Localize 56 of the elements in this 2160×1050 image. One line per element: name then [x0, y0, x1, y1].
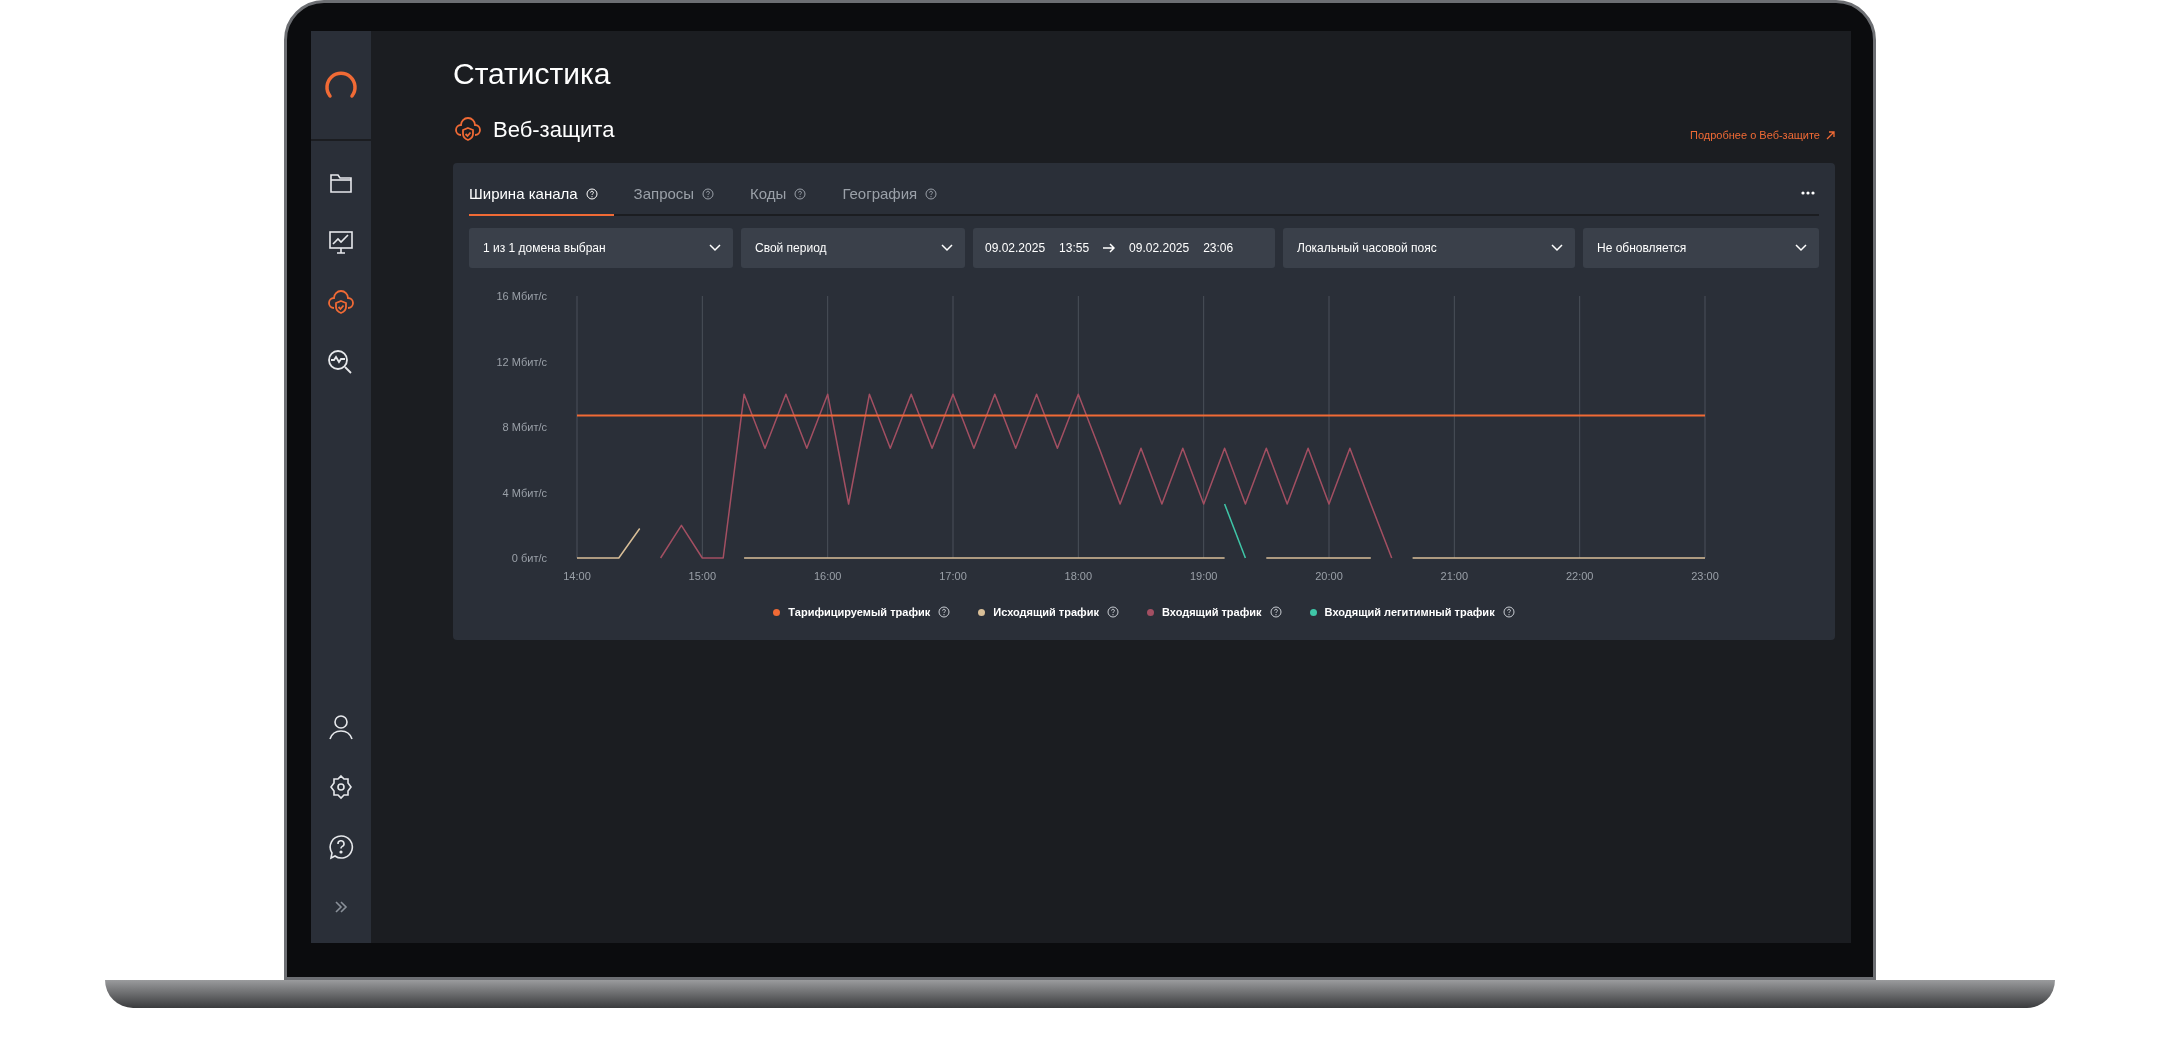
y-axis-label: 4 Мбит/с [502, 486, 547, 499]
end-time: 23:06 [1203, 241, 1234, 255]
help-icon[interactable] [925, 187, 938, 200]
x-axis-label: 14:00 [563, 570, 591, 582]
chevron-down-icon [1551, 244, 1563, 252]
start-date: 09.02.2025 [985, 241, 1046, 255]
x-axis-label: 15:00 [688, 570, 717, 582]
double-chevron-icon [334, 901, 348, 913]
help-icon[interactable] [938, 606, 951, 618]
x-axis-label: 16:00 [813, 570, 842, 582]
end-date: 09.02.2025 [1129, 241, 1190, 255]
y-axis-label: 0 бит/с [511, 552, 547, 564]
x-axis-label: 22:00 [1565, 570, 1594, 582]
ellipsis-icon [1801, 190, 1815, 195]
help-icon[interactable] [794, 187, 807, 200]
dropdown[interactable]: Локальный часовой пояс [1283, 228, 1575, 268]
legend-label: Входящий трафик [1162, 606, 1262, 618]
legend-label: Исходящий трафик [993, 606, 1099, 618]
y-axis-label: 16 Мбит/с [496, 290, 547, 302]
start-time: 13:55 [1059, 241, 1090, 255]
help-icon[interactable] [702, 187, 715, 200]
y-axis-label: 12 Мбит/с [496, 355, 547, 368]
settings-icon [328, 774, 354, 800]
x-axis-label: 19:00 [1189, 570, 1218, 582]
more-link[interactable]: Подробнее о Веб-защите [1690, 129, 1835, 141]
x-axis-label: 21:00 [1440, 570, 1469, 582]
help-icon[interactable] [1502, 606, 1515, 618]
tab[interactable]: Коды [750, 171, 823, 216]
logo-icon [324, 70, 358, 100]
tab[interactable]: География [842, 171, 954, 216]
folder-icon [329, 172, 353, 194]
help-icon[interactable] [1269, 606, 1282, 618]
legend-label: Тарифицируемый трафик [788, 606, 931, 618]
arrow-right-icon [1103, 243, 1116, 253]
tab[interactable]: Запросы [633, 171, 731, 216]
dropdown[interactable]: Не обновляется [1583, 228, 1819, 268]
dropdown[interactable]: Свой период [741, 228, 965, 268]
x-axis-label: 23:00 [1691, 570, 1719, 582]
date-range-field[interactable]: 09.02.2025 13:55 09.02.2025 23:06 [973, 228, 1275, 268]
x-axis-label: 20:00 [1315, 570, 1343, 582]
monitor-chart-icon [328, 230, 354, 256]
x-axis-label: 18:00 [1064, 570, 1093, 582]
dropdown[interactable]: 1 из 1 домена выбран [469, 228, 733, 268]
page-title: Статистика [453, 57, 612, 91]
chevron-down-icon [941, 244, 953, 252]
chevron-down-icon [709, 244, 721, 252]
tab[interactable]: Ширина канала [469, 171, 614, 216]
chevron-down-icon [1795, 244, 1807, 252]
section-title: Веб-защита [493, 117, 616, 143]
help-chat-icon [328, 834, 354, 860]
external-arrow-icon [1826, 130, 1835, 140]
legend-label: Входящий легитимный трафик [1324, 606, 1495, 618]
y-axis-label: 8 Мбит/с [502, 421, 547, 433]
help-icon[interactable] [1107, 606, 1119, 618]
x-axis-label: 17:00 [939, 570, 967, 582]
user-icon [328, 714, 354, 740]
